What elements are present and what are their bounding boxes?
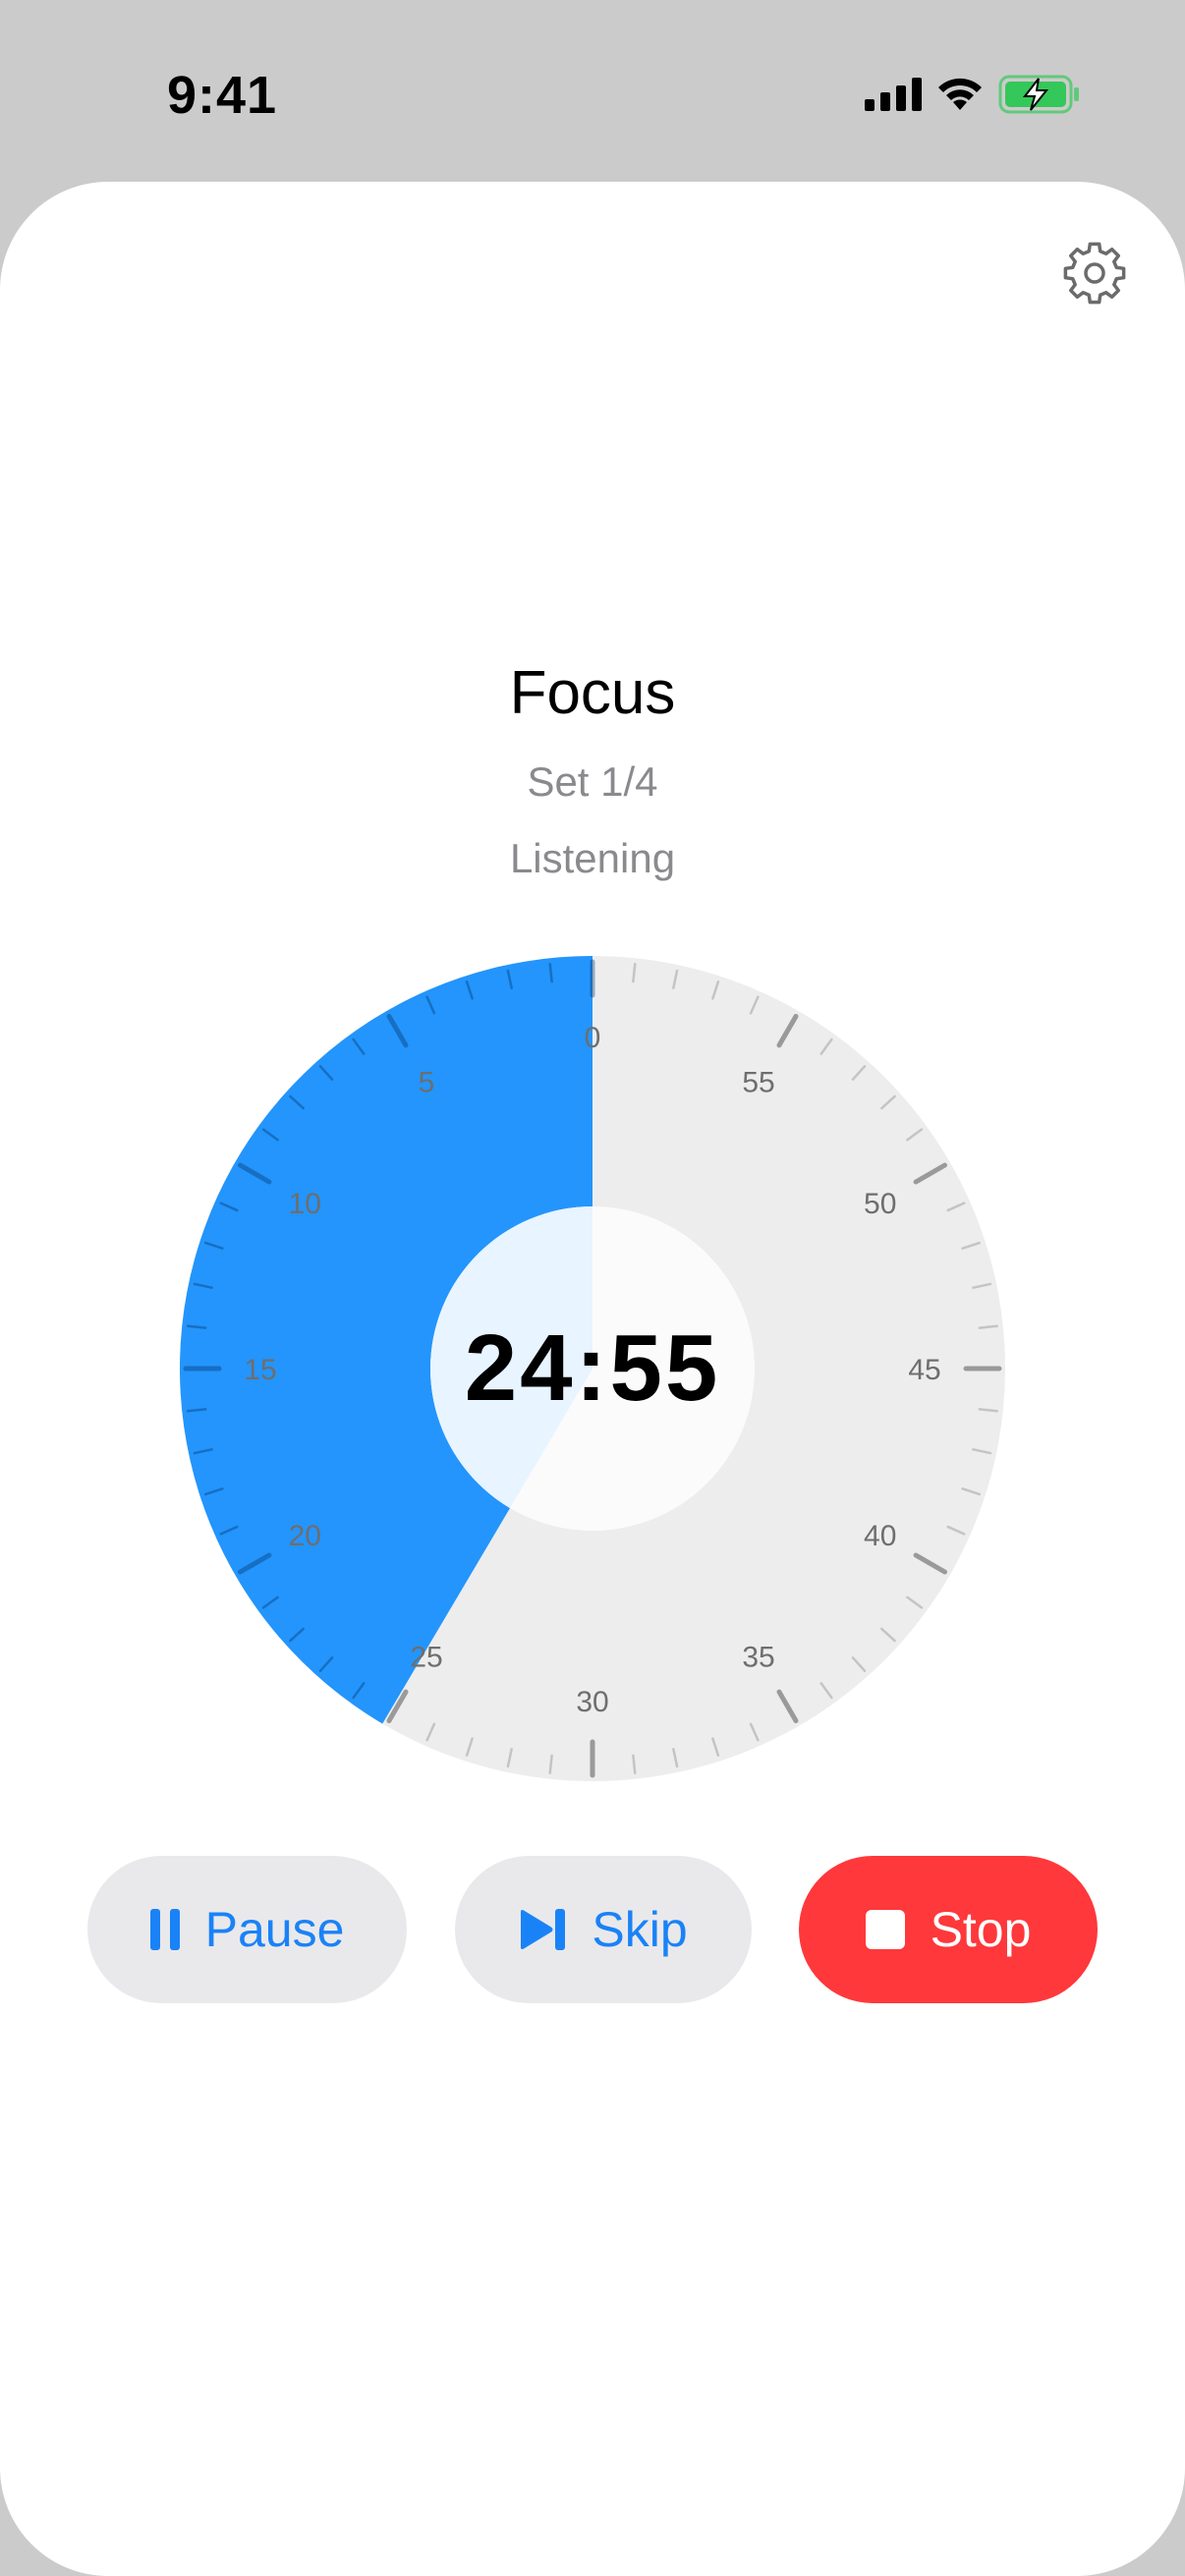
dial-label: 45 (908, 1354, 940, 1386)
stop-icon (865, 1910, 905, 1949)
wifi-icon (935, 77, 985, 117)
status-icons (865, 75, 1081, 119)
pause-icon (149, 1909, 180, 1950)
controls-row: Pause Skip Stop (0, 1856, 1185, 2003)
pause-label: Pause (204, 1902, 345, 1957)
dial-label: 0 (585, 1022, 601, 1054)
dial-label: 55 (742, 1066, 774, 1098)
skip-label: Skip (592, 1902, 688, 1957)
dial-label: 35 (742, 1642, 774, 1674)
status-bar: 9:41 (0, 0, 1185, 187)
dial-label: 40 (864, 1520, 896, 1552)
settings-button[interactable] (1055, 236, 1134, 314)
cellular-signal-icon (865, 78, 922, 116)
skip-forward-icon (519, 1909, 566, 1950)
stop-button[interactable]: Stop (799, 1856, 1098, 2003)
battery-charging-icon (998, 75, 1081, 119)
dial-label: 15 (244, 1354, 276, 1386)
set-label: Set 1/4 (527, 758, 658, 805)
session-title: Focus (509, 659, 676, 727)
gear-icon (1059, 238, 1130, 313)
dial-label: 50 (864, 1188, 896, 1220)
timer-dial: 0 5 10 15 20 25 30 35 40 45 50 55 (180, 956, 1005, 1781)
status-time: 9:41 (167, 66, 278, 125)
listening-status: Listening (509, 835, 676, 881)
dial-label: 25 (410, 1642, 442, 1674)
pause-button[interactable]: Pause (87, 1856, 407, 2003)
dial-label: 20 (289, 1520, 321, 1552)
dial-label: 10 (289, 1188, 321, 1220)
timer-dial-graphic: 0 5 10 15 20 25 30 35 40 45 50 55 (180, 956, 1005, 1781)
stop-label: Stop (930, 1902, 1032, 1957)
app-screen: 9:41 Focus Set 1/4 Listening 0 5 10 15 2… (0, 0, 1185, 2576)
dial-label: 30 (576, 1686, 608, 1718)
skip-button[interactable]: Skip (455, 1856, 752, 2003)
dial-label: 5 (419, 1066, 435, 1098)
